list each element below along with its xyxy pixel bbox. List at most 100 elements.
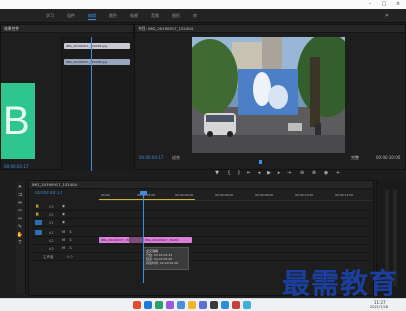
tab-assembly[interactable]: 组件 — [67, 13, 75, 19]
app-icon[interactable] — [199, 301, 207, 309]
button-editor-icon[interactable]: + — [335, 170, 341, 176]
street-scene-image — [192, 37, 345, 153]
solo-icon[interactable]: S — [68, 230, 73, 235]
program-monitor-title[interactable]: 节目: IMG_20190917_152404 — [138, 26, 193, 31]
premiere-icon[interactable] — [166, 301, 174, 309]
watermark-logo: 最需教育 — [282, 267, 399, 300]
track-header-v1: V1 ◉ — [31, 219, 371, 227]
track-label: V3 — [49, 205, 54, 209]
solo-icon[interactable]: S — [68, 246, 73, 251]
eye-icon[interactable]: ◉ — [61, 212, 66, 217]
track-header-master: 主声道 0.0 — [31, 253, 371, 261]
pen-tool-icon[interactable]: ✎ — [16, 224, 24, 231]
taskbar-date[interactable]: 2021/7/28 — [370, 305, 388, 309]
minimize-icon[interactable]: – — [366, 1, 374, 8]
insert-icon[interactable]: ⊕ — [299, 170, 305, 176]
app-icon[interactable] — [221, 301, 229, 309]
lock-icon[interactable]: 🔒 — [35, 204, 40, 209]
ripple-edit-tool-icon[interactable]: ⇹ — [16, 200, 24, 207]
slip-tool-icon[interactable]: ↔ — [16, 216, 24, 223]
mute-icon[interactable]: M — [61, 230, 66, 235]
marker-icon[interactable]: ▼ — [214, 170, 220, 176]
app-icon[interactable] — [232, 301, 240, 309]
step-forward-icon[interactable]: ▸ — [276, 170, 282, 176]
track-label: V2 — [49, 213, 54, 217]
chevron-right-icon[interactable]: » — [385, 12, 389, 19]
track-label: A1 — [49, 231, 54, 235]
transport-controls: ▼ { } ⇤ ◂ ▶ ▸ ⇥ ⊕ ⊗ ◉ + — [200, 170, 400, 178]
track-label: V1 — [49, 221, 54, 225]
go-to-in-icon[interactable]: ⇤ — [246, 170, 252, 176]
timeline-current-time[interactable]: 00:00:04:17 — [35, 191, 62, 196]
track-headers: V3 🔒 ◉ V2 🔒 ◉ V1 ◉ A1 M S A2 M S A3 M S 主声道 0.0 — [31, 203, 371, 283]
timeline-sequence-tab[interactable]: IMG_20190917_152404 — [32, 182, 77, 187]
go-to-out-icon[interactable]: ⇥ — [286, 170, 292, 176]
track-select-tool-icon[interactable]: ⇉ — [16, 192, 24, 199]
source-preview-thumb: B — [1, 83, 35, 159]
tab-color[interactable]: 颜色 — [109, 13, 117, 19]
effect-controls-panel: 效果控件 B IMG_20190917_152404.jpg IMG_20190… — [0, 24, 134, 171]
export-frame-icon[interactable]: ◉ — [323, 170, 329, 176]
app-icon[interactable] — [155, 301, 163, 309]
play-icon[interactable]: ▶ — [266, 170, 272, 176]
master-value[interactable]: 0.0 — [67, 255, 73, 259]
tools-panel: ➤ ⇉ ⇹ ✂ ↔ ✎ ✋ T — [16, 182, 26, 294]
app-icon[interactable] — [210, 301, 218, 309]
program-duration: 00:00:10:00 — [376, 155, 401, 160]
ruler-tick: 00:00:06:00 — [215, 193, 234, 197]
folder-icon[interactable] — [188, 301, 196, 309]
app-icon[interactable] — [133, 301, 141, 309]
razor-tool-icon[interactable]: ✂ — [16, 208, 24, 215]
program-quality-select[interactable]: 完整 — [351, 155, 359, 161]
window-titlebar: – □ × — [0, 0, 406, 9]
hand-tool-icon[interactable]: ✋ — [16, 232, 24, 239]
track-header-v3: V3 🔒 ◉ — [31, 203, 371, 211]
eye-icon[interactable]: ◉ — [61, 220, 66, 225]
ruler-tick: 00:00:12:00 — [335, 193, 354, 197]
lock-icon[interactable]: 🔒 — [35, 212, 40, 217]
timeline-clip-b[interactable]: IMG_20190917_15240 — [143, 237, 192, 243]
tab-graphics[interactable]: 图形 — [172, 13, 180, 19]
effect-playhead[interactable] — [91, 37, 92, 171]
mute-icon[interactable]: M — [61, 246, 66, 251]
effect-clip-bar[interactable]: IMG_20190917_152404.jpg — [64, 43, 130, 49]
track-header-v2: V2 🔒 ◉ — [31, 211, 371, 219]
track-header-a2: A2 M S — [31, 237, 371, 245]
transition-tooltip: 交叉溶解 开始: 00:00:03:24 结束: 00:00:05:00 持续时… — [143, 247, 189, 270]
mark-in-icon[interactable]: { — [226, 170, 232, 176]
timeline-playhead[interactable] — [143, 191, 144, 283]
program-playhead-marker[interactable] — [259, 160, 262, 164]
effect-controls-tab[interactable]: 效果控件 — [4, 26, 19, 31]
master-label: 主声道 — [43, 255, 54, 259]
step-back-icon[interactable]: ◂ — [256, 170, 262, 176]
source-preview-letter: B — [3, 99, 30, 143]
tab-learn[interactable]: 学习 — [46, 13, 54, 19]
windows-taskbar: 11:27 2021/7/28 — [0, 298, 406, 311]
source-patch-a1[interactable] — [35, 230, 42, 235]
program-fit-select[interactable]: 适合 — [172, 155, 180, 161]
solo-icon[interactable]: S — [68, 238, 73, 243]
eye-icon[interactable]: ◉ — [61, 204, 66, 209]
overwrite-icon[interactable]: ⊗ — [311, 170, 317, 176]
mute-icon[interactable]: M — [61, 238, 66, 243]
tab-effects[interactable]: 效果 — [130, 13, 138, 19]
app-icon[interactable] — [243, 301, 251, 309]
ruler-tick: 00:00:08:00 — [255, 193, 274, 197]
program-current-time[interactable]: 00:00:04:17 — [139, 155, 163, 160]
timeline-playhead-handle[interactable] — [140, 191, 147, 195]
app-icon[interactable] — [177, 301, 185, 309]
mark-out-icon[interactable]: } — [236, 170, 242, 176]
close-icon[interactable]: × — [394, 1, 402, 8]
tab-editing[interactable]: 编辑 — [88, 13, 96, 20]
app-icon[interactable] — [144, 301, 152, 309]
maximize-icon[interactable]: □ — [380, 1, 388, 8]
effect-clip-bar[interactable]: IMG_20190917_152404.jpg — [64, 59, 130, 65]
selection-tool-icon[interactable]: ➤ — [16, 184, 24, 191]
tab-audio[interactable]: 音频 — [151, 13, 159, 19]
effect-current-time[interactable]: 00:00:04:17 — [4, 164, 28, 169]
type-tool-icon[interactable]: T — [16, 240, 24, 247]
cross-dissolve-transition[interactable] — [129, 237, 143, 243]
work-area-bar[interactable] — [99, 199, 195, 200]
tab-libraries[interactable]: 库 — [193, 13, 197, 19]
source-patch-v1[interactable] — [35, 220, 42, 225]
